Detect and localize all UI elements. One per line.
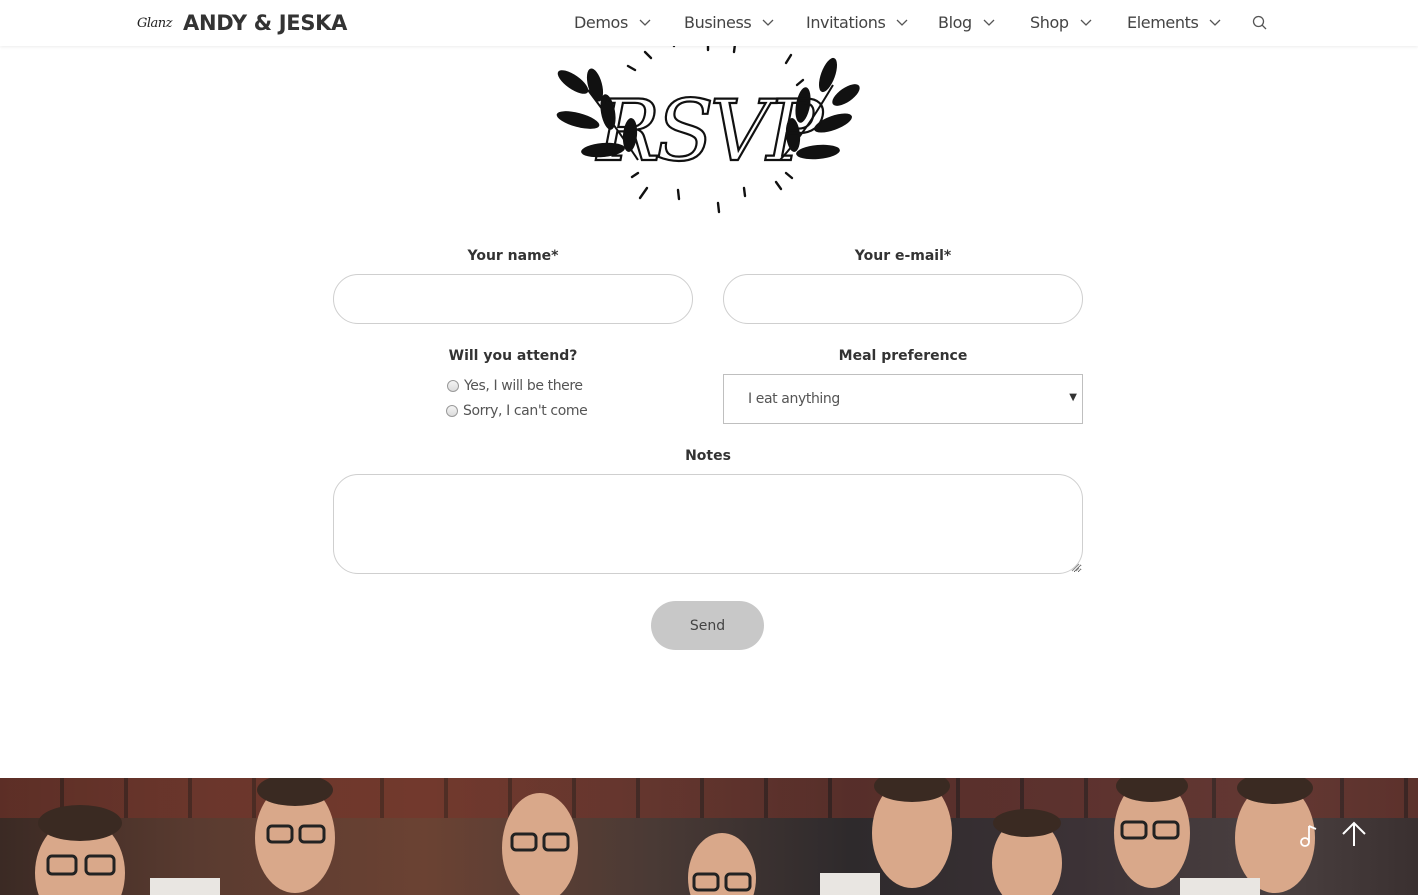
meal-select[interactable]: I eat anything ▼ <box>723 374 1083 424</box>
site-header: Glanz ANDY & JESKA Demos Business Invita… <box>0 0 1418 46</box>
dropdown-arrow-icon: ▼ <box>1069 392 1077 403</box>
nav-item-label: Invitations <box>806 12 886 32</box>
nav-item-label: Demos <box>574 12 628 32</box>
main-nav: Demos Business Invitations Blog Shop Ele… <box>0 0 1418 46</box>
nav-item-label: Blog <box>938 12 972 32</box>
chevron-down-icon <box>639 19 651 26</box>
photo-figures <box>35 778 1315 895</box>
attend-option-no[interactable]: Sorry, I can't come <box>446 401 588 421</box>
nav-item-elements[interactable]: Elements <box>1127 10 1222 34</box>
nav-item-blog[interactable]: Blog <box>938 10 996 34</box>
notes-label: Notes <box>685 448 731 464</box>
chevron-down-icon <box>762 19 774 26</box>
email-label: Your e-mail* <box>854 248 952 264</box>
chevron-down-icon <box>1080 19 1092 26</box>
nav-item-label: Business <box>684 12 752 32</box>
rsvp-title: RSVP <box>595 82 824 180</box>
meal-select-value: I eat anything <box>748 391 840 407</box>
send-button[interactable]: Send <box>651 601 764 650</box>
groomsmen-photo <box>0 778 1418 895</box>
meal-label: Meal preference <box>838 348 968 364</box>
nav-item-demos[interactable]: Demos <box>574 10 652 34</box>
radio-button[interactable] <box>447 380 459 392</box>
search-icon[interactable] <box>1251 14 1269 32</box>
rsvp-emblem: RSVP <box>556 32 860 214</box>
name-input[interactable] <box>333 274 693 324</box>
nav-item-invitations[interactable]: Invitations <box>806 10 909 34</box>
radio-label: Yes, I will be there <box>464 378 583 394</box>
nav-item-business[interactable]: Business <box>684 10 775 34</box>
radio-button[interactable] <box>446 405 458 417</box>
email-input[interactable] <box>723 274 1083 324</box>
nav-item-label: Shop <box>1030 12 1069 32</box>
radio-label: Sorry, I can't come <box>463 403 588 419</box>
nav-item-label: Elements <box>1127 12 1199 32</box>
attend-label: Will you attend? <box>448 348 578 364</box>
name-label: Your name* <box>467 248 559 264</box>
resize-grip-icon[interactable] <box>1070 562 1080 572</box>
nav-item-shop[interactable]: Shop <box>1030 10 1093 34</box>
attend-option-yes[interactable]: Yes, I will be there <box>447 376 583 396</box>
arrow-up-icon[interactable] <box>1341 820 1367 848</box>
music-note-icon[interactable] <box>1298 822 1320 848</box>
chevron-down-icon <box>896 19 908 26</box>
notes-textarea[interactable] <box>333 474 1083 574</box>
chevron-down-icon <box>983 19 995 26</box>
chevron-down-icon <box>1209 19 1221 26</box>
